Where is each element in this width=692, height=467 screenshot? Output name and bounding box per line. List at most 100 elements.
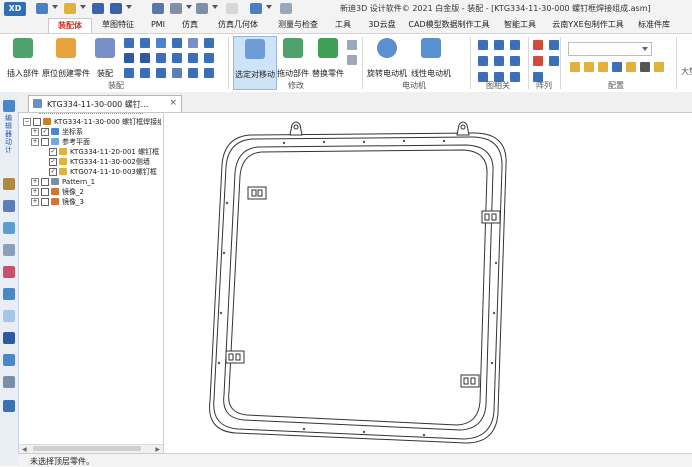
scroll-right-icon[interactable]: ▶ [155,446,160,453]
tree-item[interactable]: + Pattern_1 [23,177,161,187]
pattern-relation-icon[interactable] [494,56,504,66]
pattern-relation-icon[interactable] [478,40,488,50]
tree-item[interactable]: + 参考平面 [23,137,161,147]
tangent-icon[interactable] [124,53,134,63]
help-icon[interactable] [226,3,238,14]
tree-item[interactable]: − KTG334-11-30-000 螺钉框焊接组成 [23,117,161,127]
notes-icon[interactable] [3,310,15,322]
library-icon[interactable] [3,222,15,234]
lock-icon[interactable] [156,68,166,78]
tab-simulation-geometry[interactable]: 仿真几何体 [212,18,264,32]
tab-smart-tools[interactable]: 智能工具 [502,18,538,32]
tab-standard-parts[interactable]: 标准件库 [634,18,674,32]
pathfinder-icon[interactable] [3,178,15,190]
tree-checkbox[interactable]: ✓ [49,158,57,166]
flip-icon[interactable] [124,68,134,78]
tree-item[interactable]: ✓ KTG074-11-10-003螺钉框 [23,167,161,177]
tree-checkbox[interactable] [41,178,49,186]
save-icon[interactable] [92,3,104,14]
tab-3d-cloud[interactable]: 3D云盘 [364,18,400,32]
new-dropdown-icon[interactable] [52,5,58,9]
open-folder-icon[interactable] [64,3,76,14]
pattern-relation-icon[interactable] [494,40,504,50]
tree-item[interactable]: ✓ KTG334-11-20-001 螺钉框 [23,147,161,157]
tree-checkbox[interactable] [33,118,41,126]
reposition-icon[interactable] [347,55,357,65]
select-move-button[interactable]: 选定对移动 [233,36,277,90]
array-options-icon[interactable] [549,56,559,66]
config-icon[interactable] [584,62,594,72]
select-tool-icon[interactable] [3,100,15,112]
path-icon[interactable] [156,53,166,63]
tree-expander-icon[interactable]: + [31,178,39,186]
gear-relation-icon[interactable] [204,38,214,48]
create-in-place-button[interactable]: 原位创建零件 [42,36,90,88]
properties-icon[interactable] [3,332,15,344]
mate-icon[interactable] [124,38,134,48]
tab-pmi[interactable]: PMI [146,18,170,32]
grid-icon[interactable] [3,400,15,412]
view-orient-icon[interactable] [3,288,15,300]
graphics-viewport[interactable] [164,113,692,453]
align-icon[interactable] [140,38,150,48]
tab-simulation[interactable]: 仿真 [178,18,202,32]
pattern-icon[interactable] [533,40,543,50]
pattern-relation-icon[interactable] [510,56,520,66]
new-file-icon[interactable] [36,3,48,14]
rigid-icon[interactable] [188,53,198,63]
tree-item[interactable]: + 镜像_3 [23,197,161,207]
tree-checkbox[interactable] [41,138,49,146]
duplicate-icon[interactable] [533,56,543,66]
tree-checkbox[interactable] [41,198,49,206]
layers-icon[interactable] [3,200,15,212]
document-tab[interactable]: KTG334-11-30-000 螺钉... × [28,95,182,112]
cursor-dropdown-icon[interactable] [266,5,272,9]
redo-dropdown-icon[interactable] [212,5,218,9]
section-icon[interactable] [3,354,15,366]
tree-expander-icon[interactable]: + [31,188,39,196]
tab-cad-model-data[interactable]: CAD模型数据制作工具 [408,18,490,32]
tab-tools[interactable]: 工具 [332,18,354,32]
render-icon[interactable] [3,266,15,278]
tree-item[interactable]: ✓ KTG334-11-30-002侧墙 [23,157,161,167]
parallel-icon[interactable] [172,38,182,48]
print-icon[interactable] [152,3,164,14]
save-as-icon[interactable] [110,3,122,14]
close-icon[interactable]: × [169,98,177,108]
pattern-relation-icon[interactable] [510,72,520,82]
edit-definition-icon[interactable] [347,40,357,50]
undo-dropdown-icon[interactable] [186,5,192,9]
tree-expander-icon[interactable]: − [23,118,31,126]
mirror-relation-icon[interactable] [188,68,198,78]
ground-icon[interactable] [204,53,214,63]
structure-icon[interactable] [3,376,15,388]
configuration-dropdown[interactable] [568,42,652,56]
config-icon[interactable] [626,62,636,72]
tree-item[interactable]: + ✓ 坐标系 [23,127,161,137]
connect-icon[interactable] [188,38,198,48]
offset-icon[interactable] [140,68,150,78]
tree-item[interactable]: + 镜像_2 [23,187,161,197]
tab-assembly[interactable]: 装配体 [48,18,92,33]
config-icon[interactable] [612,62,622,72]
brush-icon[interactable] [3,244,15,256]
tree-checkbox[interactable]: ✓ [49,148,57,156]
config-icon[interactable] [654,62,664,72]
pattern-relation-icon[interactable] [478,56,488,66]
center-plane-icon[interactable] [172,53,182,63]
tab-measure-inspect[interactable]: 测量与检查 [272,18,324,32]
save-dropdown-icon[interactable] [126,5,132,9]
scrollbar-thumb[interactable] [33,446,141,451]
pattern-relation-icon[interactable] [510,40,520,50]
large-pad-label[interactable]: 大垫 [681,66,692,77]
config-icon[interactable] [570,62,580,72]
fit-icon[interactable] [204,68,214,78]
tree-checkbox[interactable]: ✓ [49,168,57,176]
cam-icon[interactable] [140,53,150,63]
relation-list-icon[interactable] [172,68,182,78]
angle-icon[interactable] [156,38,166,48]
redo-icon[interactable] [196,3,208,14]
tab-yunnan-package-tools[interactable]: 云南YXE包制作工具 [552,18,624,32]
config-icon[interactable] [640,62,650,72]
tree-checkbox[interactable]: ✓ [41,128,49,136]
